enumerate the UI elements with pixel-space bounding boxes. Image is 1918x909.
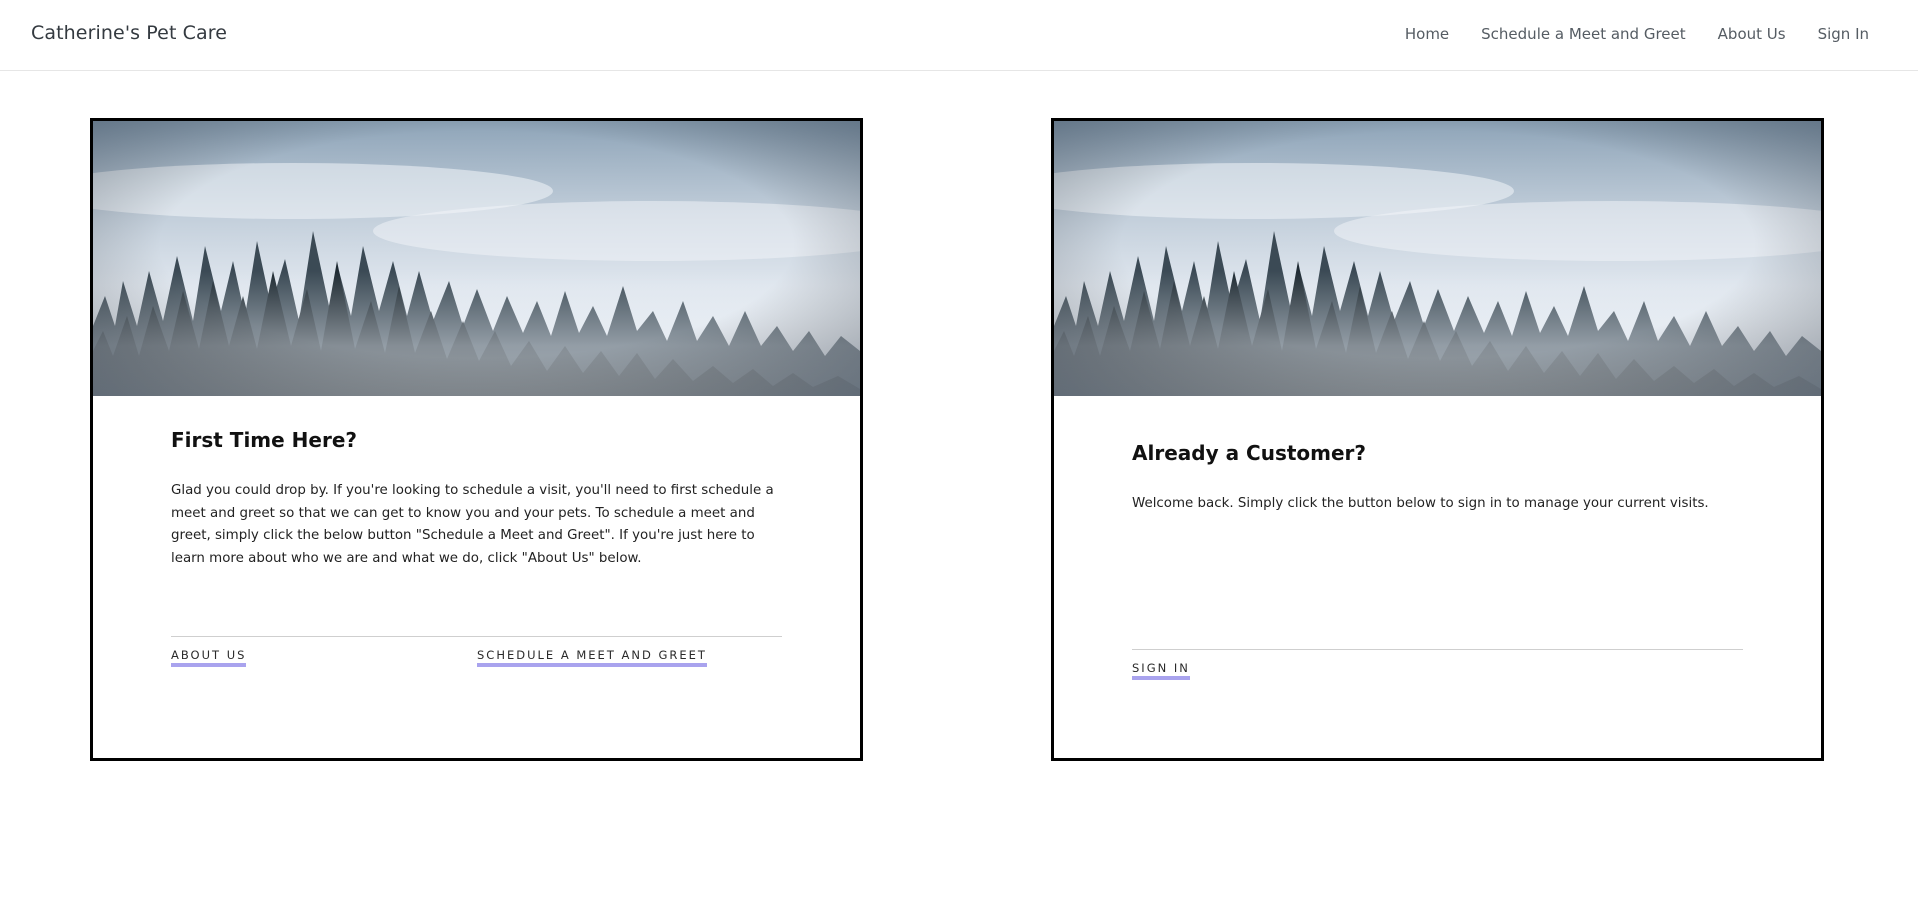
nav-links: Home Schedule a Meet and Greet About Us … bbox=[1405, 25, 1869, 43]
nav-sign-in-link[interactable]: Sign In bbox=[1818, 25, 1869, 43]
customer-actions: SIGN IN bbox=[1132, 649, 1743, 690]
nav-home-link[interactable]: Home bbox=[1405, 25, 1449, 43]
customer-card-body: Already a Customer? Welcome back. Simply… bbox=[1132, 439, 1743, 516]
customer-description: Welcome back. Simply click the button be… bbox=[1132, 496, 1709, 511]
first-time-description: Glad you could drop by. If you're lookin… bbox=[171, 483, 774, 566]
first-time-card: First Time Here? Glad you could drop by.… bbox=[90, 118, 863, 761]
misty-forest-image bbox=[1054, 121, 1821, 396]
schedule-meet-greet-button[interactable]: SCHEDULE A MEET AND GREET bbox=[477, 648, 707, 667]
customer-card: Already a Customer? Welcome back. Simply… bbox=[1051, 118, 1824, 761]
brand-logo-link[interactable]: Catherine's Pet Care bbox=[31, 22, 227, 44]
about-us-button[interactable]: ABOUT US bbox=[171, 648, 247, 667]
nav-about-link[interactable]: About Us bbox=[1718, 25, 1786, 43]
customer-title: Already a Customer? bbox=[1132, 441, 1367, 465]
first-time-card-body: First Time Here? Glad you could drop by.… bbox=[171, 426, 782, 570]
misty-forest-image bbox=[93, 121, 860, 396]
first-time-title: First Time Here? bbox=[171, 428, 358, 452]
sign-in-button[interactable]: SIGN IN bbox=[1132, 661, 1190, 680]
first-time-actions: ABOUT US SCHEDULE A MEET AND GREET bbox=[171, 636, 782, 677]
top-navbar: Catherine's Pet Care Home Schedule a Mee… bbox=[0, 0, 1918, 71]
nav-schedule-link[interactable]: Schedule a Meet and Greet bbox=[1481, 25, 1686, 43]
